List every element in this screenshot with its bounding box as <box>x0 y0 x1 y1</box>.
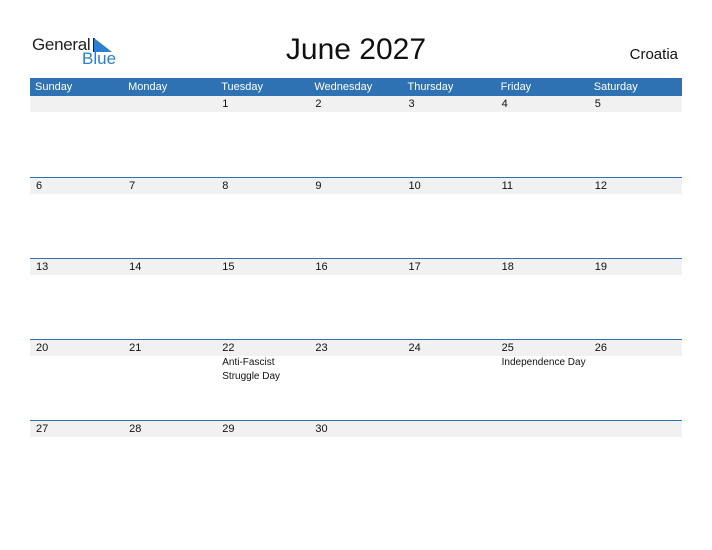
week-row: 1 2 3 4 5 <box>30 96 682 177</box>
day-number: 6 <box>36 180 43 192</box>
weekday-tuesday: Tuesday <box>221 81 264 93</box>
day-number-row: 20 21 22 23 24 25 26 <box>30 340 682 356</box>
weekday-monday: Monday <box>128 81 168 93</box>
holiday-label <box>403 356 496 384</box>
weekday-thursday: Thursday <box>407 81 454 93</box>
day-number-row: 6 7 8 9 10 11 12 <box>30 178 682 194</box>
day-number: 13 <box>36 261 49 273</box>
day-number: 11 <box>501 180 514 192</box>
day-number: 26 <box>594 342 607 354</box>
day-number: 2 <box>315 98 322 110</box>
day-number: 7 <box>129 180 136 192</box>
calendar-title: June 2027 <box>285 33 427 66</box>
weekday-saturday: Saturday <box>593 81 638 93</box>
day-number: 8 <box>222 180 229 192</box>
holiday-label <box>123 356 216 384</box>
day-number: 29 <box>222 423 235 435</box>
holiday-label: Independence Day <box>501 357 586 368</box>
day-number: 18 <box>501 261 514 273</box>
weekday-sunday: Sunday <box>35 81 73 93</box>
day-number: 9 <box>315 180 322 192</box>
day-number <box>123 96 216 112</box>
holiday-label <box>30 356 123 384</box>
day-number: 25 <box>501 342 514 354</box>
week-row: 27 28 29 30 <box>30 420 682 501</box>
day-number <box>403 421 496 437</box>
holiday-label: Anti-Fascist Struggle Day <box>222 357 281 382</box>
day-number-row: 1 2 3 4 5 <box>30 96 682 112</box>
holiday-label <box>309 356 402 384</box>
day-number: 30 <box>315 423 328 435</box>
holiday-label <box>589 356 682 384</box>
weekday-header: Sunday Monday Tuesday Wednesday Thursday… <box>30 78 682 96</box>
day-number: 16 <box>315 261 328 273</box>
day-number <box>589 421 682 437</box>
calendar-grid: Sunday Monday Tuesday Wednesday Thursday… <box>30 78 682 501</box>
day-number <box>496 421 589 437</box>
day-number: 3 <box>408 98 415 110</box>
day-number <box>30 96 123 112</box>
day-number: 14 <box>129 261 142 273</box>
day-number: 22 <box>222 342 235 354</box>
day-number: 10 <box>408 180 421 192</box>
day-number: 12 <box>594 180 607 192</box>
day-number: 15 <box>222 261 235 273</box>
day-number: 20 <box>36 342 49 354</box>
week-row: 20 21 22 23 24 25 26 Anti-Fascist Struggle Day I… <box>30 339 682 420</box>
event-row: Anti-Fascist Struggle Day Independence Da… <box>30 356 682 384</box>
day-number: 4 <box>501 98 508 110</box>
day-number: 27 <box>36 423 49 435</box>
day-number: 23 <box>315 342 328 354</box>
day-number-row: 27 28 29 30 <box>30 421 682 437</box>
weekday-friday: Friday <box>500 81 532 93</box>
week-row: 6 7 8 9 10 11 12 <box>30 177 682 258</box>
day-number: 17 <box>408 261 421 273</box>
day-number: 19 <box>594 261 607 273</box>
day-number: 5 <box>594 98 601 110</box>
week-row: 13 14 15 16 17 18 19 <box>30 258 682 339</box>
weekday-wednesday: Wednesday <box>314 81 373 93</box>
country-label: Croatia <box>629 46 678 63</box>
day-number: 21 <box>129 342 142 354</box>
day-number: 1 <box>222 98 229 110</box>
day-number: 24 <box>408 342 421 354</box>
day-number: 28 <box>129 423 142 435</box>
day-number-row: 13 14 15 16 17 18 19 <box>30 259 682 275</box>
